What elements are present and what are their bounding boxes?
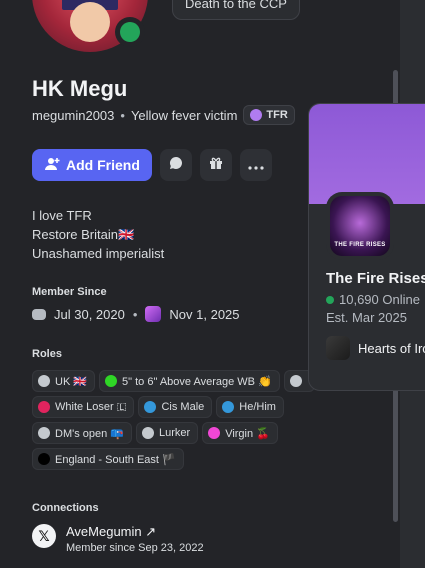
role-color-dot (144, 401, 157, 413)
server-name: The Fire Rises (326, 270, 425, 287)
add-friend-label: Add Friend (66, 157, 140, 173)
message-button[interactable] (159, 149, 192, 181)
server-established: Est. Mar 2025 (326, 310, 407, 325)
role-color-dot (38, 453, 50, 465)
separator-dot: • (120, 107, 125, 123)
role-chip[interactable]: Lurker (136, 422, 199, 444)
server-tag-badge[interactable]: TFR (243, 105, 295, 125)
role-chip[interactable]: Virgin 🍒 (202, 422, 278, 444)
server-icon-text: THE FIRE RISES (330, 196, 390, 256)
user-info-line: megumin2003 • Yellow fever victim TFR (32, 105, 295, 125)
avatar-face (70, 2, 110, 42)
role-color-dot (208, 427, 221, 439)
role-chip[interactable]: England - South East 🏴 (32, 448, 184, 470)
ellipsis-icon (248, 157, 264, 174)
connection-since: Member since Sep 23, 2022 (66, 542, 204, 554)
online-count-label: 10,690 Online (339, 292, 420, 307)
channel-icon (326, 336, 350, 360)
connection-account-link[interactable]: AveMegumin ↗ (66, 524, 204, 540)
channel-name: Hearts of Iron (358, 340, 425, 356)
member-since-row: Jul 30, 2020 • Nov 1, 2025 (32, 304, 240, 324)
bio-line: Unashamed imperialist (32, 246, 165, 261)
role-color-dot (142, 427, 154, 439)
server-icon: THE FIRE RISES (326, 192, 394, 260)
role-label: He/Him (239, 401, 276, 413)
role-color-dot (289, 375, 302, 387)
add-friend-button[interactable]: Add Friend (32, 149, 152, 181)
server-popout[interactable]: THE FIRE RISES The Fire Rises 10,690 Onl… (308, 103, 425, 391)
separator-dot: • (132, 306, 138, 322)
member-since-title: Member Since (32, 286, 107, 298)
bio-line: Restore Britain🇬🇧 (32, 227, 135, 242)
online-status-icon (115, 17, 145, 47)
role-label: England - South East 🏴 (55, 453, 176, 466)
x-logo-icon: 𝕏 (32, 524, 56, 548)
role-chip[interactable]: DM's open 📪 (32, 422, 132, 444)
role-color-dot (105, 375, 118, 387)
role-chip[interactable]: 5" to 6" Above Average WB 👏 (99, 370, 280, 392)
more-options-button[interactable] (239, 149, 272, 181)
online-dot-icon (326, 295, 334, 304)
role-chip[interactable]: UK 🇬🇧 (32, 370, 96, 392)
roles-title: Roles (32, 348, 62, 360)
server-banner (309, 104, 425, 204)
role-label: DM's open 📪 (55, 427, 124, 440)
role-chip[interactable]: White Loser 🇱 (32, 396, 135, 418)
role-label: 5" to 6" Above Average WB 👏 (122, 375, 272, 388)
discord-logo-icon (32, 308, 46, 320)
role-label: Lurker (159, 427, 191, 439)
add-user-icon (44, 156, 60, 175)
profile-actions: Add Friend (32, 149, 272, 181)
gift-button[interactable] (199, 149, 232, 181)
role-label: Virgin 🍒 (225, 427, 270, 440)
discord-join-date: Jul 30, 2020 (54, 306, 125, 322)
bio: I love TFR Restore Britain🇬🇧 Unashamed i… (32, 206, 164, 263)
role-chip[interactable]: Cis Male (138, 396, 213, 418)
custom-status-bubble: Death to the CCP (172, 0, 300, 20)
connections-title: Connections (32, 502, 99, 514)
role-color-dot (38, 375, 50, 387)
server-join-date: Nov 1, 2025 (169, 306, 240, 322)
connection-item[interactable]: 𝕏 AveMegumin ↗ Member since Sep 23, 2022 (32, 524, 204, 554)
server-tag-label: TFR (266, 109, 288, 121)
chat-bubble-icon (169, 156, 183, 174)
roles-list: UK 🇬🇧 5" to 6" Above Average WB 👏 White … (32, 370, 322, 474)
role-color-dot (38, 427, 50, 439)
server-tag-icon (250, 109, 263, 121)
role-label: White Loser 🇱 (55, 400, 127, 413)
role-label: Cis Male (161, 401, 205, 413)
server-logo-icon (145, 306, 162, 322)
bio-line: I love TFR (32, 208, 92, 223)
gift-icon (209, 156, 223, 174)
role-color-dot (222, 401, 235, 413)
role-chip[interactable]: He/Him (216, 396, 284, 418)
pronouns: Yellow fever victim (130, 107, 238, 123)
username: megumin2003 (32, 107, 115, 123)
role-label: UK 🇬🇧 (55, 375, 88, 388)
server-channel-item[interactable]: Hearts of Iron (326, 336, 425, 360)
server-online-count: 10,690 Online (326, 292, 420, 307)
role-color-dot (38, 401, 50, 413)
display-name: HK Megu (32, 76, 128, 101)
